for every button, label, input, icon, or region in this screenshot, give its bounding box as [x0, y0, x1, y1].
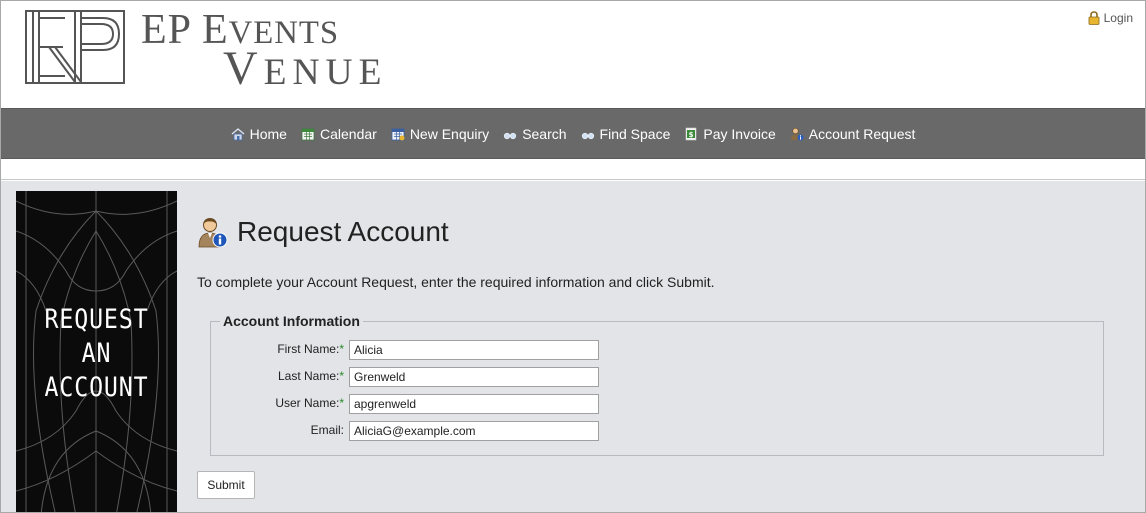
new-enquiry-icon: [391, 128, 405, 140]
first-name-row: First Name:*: [211, 340, 631, 360]
nav-label-account-request: Account Request: [808, 125, 916, 142]
header-spacer: [1, 159, 1145, 180]
last-name-input[interactable]: [349, 367, 599, 387]
user-name-label: User Name:*: [275, 396, 344, 410]
main-panel: Request Account To complete your Account…: [197, 181, 1117, 512]
content-area: REQUEST AN ACCOUNT Request Account To co…: [1, 181, 1145, 512]
dollar-icon: $: [686, 127, 697, 140]
login-label: Login: [1103, 11, 1133, 25]
required-marker: *: [339, 342, 344, 356]
email-input[interactable]: [349, 421, 599, 441]
calendar-icon: [301, 128, 315, 140]
fieldset-legend: Account Information: [220, 313, 363, 329]
nav-find-space[interactable]: Find Space: [581, 125, 671, 142]
page-title: Request Account: [237, 216, 449, 247]
nav-new-enquiry[interactable]: New Enquiry: [391, 126, 489, 142]
nav-label-home: Home: [249, 125, 287, 142]
banner-text: REQUEST AN ACCOUNT: [44, 304, 149, 403]
submit-button[interactable]: Submit: [197, 471, 255, 499]
email-row: Email:: [211, 421, 631, 441]
last-name-row: Last Name:*: [211, 367, 631, 387]
binoculars-icon: [581, 132, 594, 139]
nav-label-new-enquiry: New Enquiry: [409, 125, 490, 142]
nav-label-calendar: Calendar: [319, 125, 377, 142]
last-name-label: Last Name:*: [277, 369, 344, 383]
nav-home[interactable]: Home: [231, 126, 287, 142]
login-link[interactable]: Login: [1088, 11, 1133, 25]
required-marker: *: [339, 396, 344, 410]
main-navigation: Home Calendar New Enquiry Search Find Sp…: [1, 108, 1145, 159]
page-title-row: Request Account: [197, 216, 449, 248]
svg-text:$: $: [689, 131, 694, 139]
required-marker: *: [339, 369, 344, 383]
lock-icon: [1088, 11, 1100, 25]
header: EP EVENTS VENUE Login: [1, 1, 1145, 108]
binoculars-icon: [504, 132, 517, 139]
nav-label-pay-invoice: Pay Invoice: [703, 125, 776, 142]
first-name-input[interactable]: [349, 340, 599, 360]
user-info-icon: [790, 127, 804, 140]
ep-logo-mark: [25, 10, 125, 84]
page-frame: EP EVENTS VENUE Login Home Calendar New …: [0, 0, 1146, 513]
intro-text: To complete your Account Request, enter …: [197, 274, 715, 290]
home-icon: [231, 127, 245, 140]
nav-pay-invoice[interactable]: $ Pay Invoice: [684, 125, 776, 142]
email-label: Email:: [310, 423, 344, 437]
nav-label-search: Search: [522, 125, 567, 142]
nav-calendar[interactable]: Calendar: [301, 126, 377, 142]
brand-line-2: VENUE: [223, 42, 388, 95]
nav-search[interactable]: Search: [503, 125, 567, 142]
user-name-input[interactable]: [349, 394, 599, 414]
account-information-fieldset: Account Information First Name:* Last Na…: [210, 313, 1104, 456]
user-info-icon: [198, 218, 228, 248]
nav-label-find-space: Find Space: [599, 125, 671, 142]
first-name-label: First Name:*: [277, 342, 344, 356]
request-account-banner: REQUEST AN ACCOUNT: [16, 191, 177, 512]
user-name-row: User Name:*: [211, 394, 631, 414]
nav-account-request[interactable]: Account Request: [790, 125, 916, 142]
